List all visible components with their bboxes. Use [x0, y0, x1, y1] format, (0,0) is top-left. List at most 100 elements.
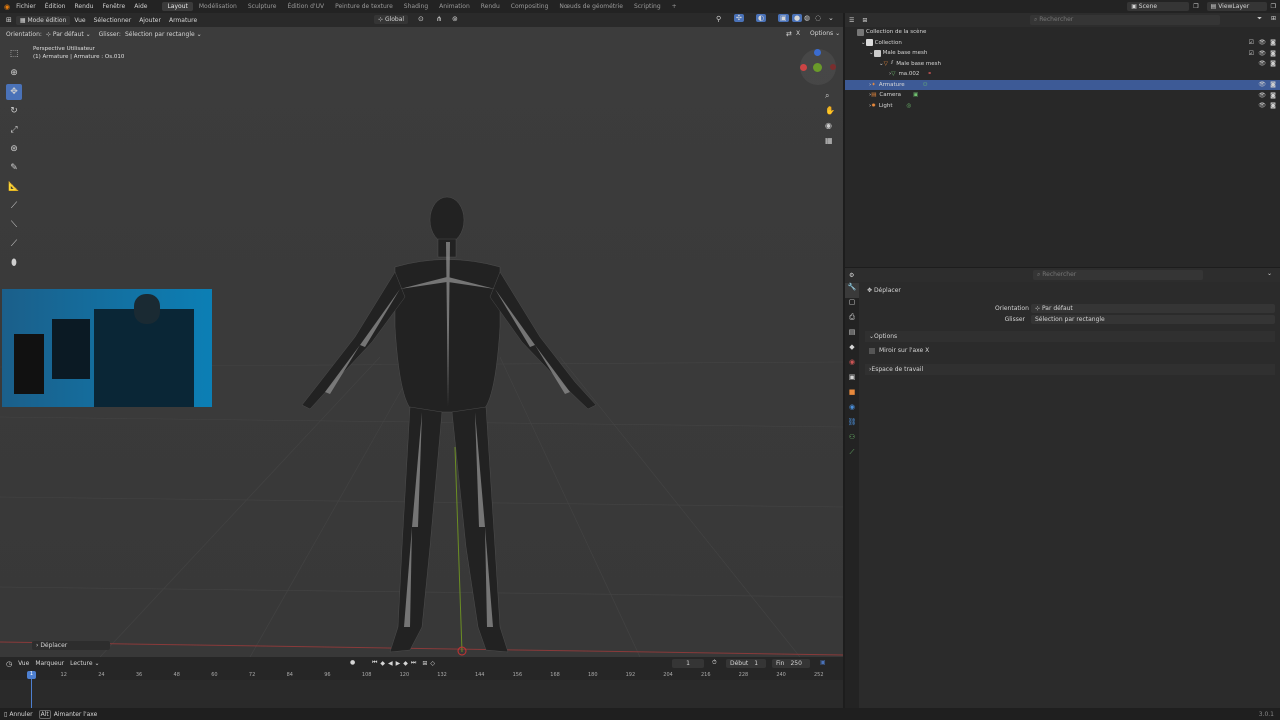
frame-end-field[interactable]: Fin 250: [772, 659, 810, 668]
rotate-tool-icon[interactable]: ↻: [6, 103, 22, 119]
options-panel-header[interactable]: ⌄ Options: [865, 331, 1275, 342]
render-tab-icon[interactable]: ▢: [845, 298, 859, 313]
properties-editor-icon[interactable]: ⚙: [849, 272, 854, 279]
eye-icon[interactable]: 👁: [1258, 39, 1266, 46]
next-keyframe-icon[interactable]: ◆: [403, 660, 408, 667]
collection-tab-icon[interactable]: ▣: [845, 373, 859, 388]
view-layer-copy-icon[interactable]: ❐: [1271, 3, 1276, 10]
shading-options-icon[interactable]: ⌄: [828, 14, 834, 22]
current-frame-field[interactable]: 1: [672, 659, 704, 668]
zoom-icon[interactable]: ⌕: [825, 91, 837, 106]
checkbox-icon[interactable]: ☑: [1249, 39, 1254, 46]
pin-icon[interactable]: ⌄: [1267, 270, 1272, 277]
auto-keying-icon[interactable]: ●: [350, 659, 355, 666]
measure-tool-icon[interactable]: 📐: [6, 179, 22, 195]
outliner-item-light[interactable]: › ✹ Light ◎ 👁 ◙: [845, 101, 1280, 112]
camera-icon[interactable]: ◙: [1270, 60, 1276, 67]
timeline-menu-lecture[interactable]: Lecture ⌄: [70, 660, 99, 667]
bone-envelope-tool-icon[interactable]: ⟋: [6, 236, 22, 252]
visibility-selector-icon[interactable]: ⚲: [716, 15, 721, 23]
jump-start-icon[interactable]: ⏮: [372, 659, 377, 667]
editor-type-icon[interactable]: ⊞: [6, 16, 12, 24]
camera-view-icon[interactable]: ◉: [825, 121, 837, 136]
camera-icon[interactable]: ◙: [1270, 81, 1276, 88]
gizmo-toggle-icon[interactable]: ✣: [734, 14, 744, 22]
eye-icon[interactable]: 👁: [1258, 81, 1266, 88]
view-layer-selector[interactable]: ▤ ViewLayer: [1206, 2, 1267, 11]
transform-tool-icon[interactable]: ⊛: [6, 141, 22, 157]
shading-material-icon[interactable]: ◍: [804, 14, 810, 22]
outliner-item-armature[interactable]: › ✦ Armature ⚇ 👁 ◙: [845, 79, 1280, 90]
filter-icon[interactable]: ⏷: [1257, 15, 1262, 23]
pan-hand-icon[interactable]: ✋: [825, 106, 837, 121]
new-collection-icon[interactable]: ⊞: [1271, 15, 1276, 22]
glisser-selector[interactable]: Sélection par rectangle ⌄: [125, 31, 202, 38]
gizmo-neg-x[interactable]: [830, 64, 836, 70]
menu-rendu[interactable]: Rendu: [74, 3, 93, 10]
tab-layout[interactable]: Layout: [162, 2, 193, 11]
prop-orientation-dropdown[interactable]: ⊹ Par défaut: [1031, 304, 1275, 313]
menu-fenetre[interactable]: Fenêtre: [103, 3, 126, 10]
timeline-menu-vue[interactable]: Vue: [18, 660, 29, 667]
menu-vue[interactable]: Vue: [74, 17, 85, 24]
output-tab-icon[interactable]: ⎙: [845, 313, 859, 328]
display-mode-icon[interactable]: ⊞: [862, 17, 867, 24]
gizmo-y-axis[interactable]: [813, 63, 822, 72]
camera-icon[interactable]: ◙: [1270, 102, 1276, 109]
properties-search-input[interactable]: ⌕ Rechercher: [1033, 270, 1203, 280]
timeline-editor-icon[interactable]: ◷: [6, 660, 12, 668]
eye-icon[interactable]: 👁: [1258, 102, 1266, 109]
snap-icon[interactable]: ⋔: [436, 15, 442, 23]
grid-view-icon[interactable]: ▦: [825, 136, 837, 151]
menu-fichier[interactable]: Fichier: [16, 3, 36, 10]
gizmo-z-axis[interactable]: [814, 49, 821, 56]
menu-edition[interactable]: Édition: [45, 3, 66, 10]
data-tab-icon[interactable]: ⚇: [845, 433, 859, 448]
camera-icon[interactable]: ◙: [1270, 92, 1276, 99]
outliner-root[interactable]: Collection de la scène: [845, 27, 1280, 38]
proportional-edit-icon[interactable]: ⊚: [452, 15, 458, 23]
bone-size-tool-icon[interactable]: ⟍: [6, 217, 22, 233]
tab-compositing[interactable]: Compositing: [506, 2, 554, 11]
clock-icon[interactable]: ⏱: [712, 659, 717, 667]
object-tab-icon[interactable]: ■: [845, 388, 859, 403]
tool-tab-icon[interactable]: 🔧: [845, 283, 859, 298]
prop-glisser-dropdown[interactable]: Sélection par rectangle: [1031, 315, 1275, 324]
checkbox-icon[interactable]: ☑: [1249, 50, 1254, 57]
world-tab-icon[interactable]: ◉: [845, 358, 859, 373]
bone-tab-icon[interactable]: ⟋: [845, 448, 859, 463]
scene-copy-icon[interactable]: ❐: [1193, 3, 1198, 10]
eye-icon[interactable]: 👁: [1258, 60, 1266, 67]
timeline-view-icon[interactable]: ▣: [820, 659, 826, 666]
select-tool-icon[interactable]: ⬚: [6, 46, 22, 62]
options-dropdown[interactable]: Options ⌄: [810, 30, 840, 37]
keyframe-icon[interactable]: ◇: [430, 660, 435, 667]
eye-icon[interactable]: 👁: [1258, 92, 1266, 99]
move-tool-icon[interactable]: ✥: [6, 84, 22, 100]
mirror-x-toggle[interactable]: X: [796, 30, 800, 37]
outliner-item-collection[interactable]: ⌄ Collection ☑ 👁 ◙: [845, 38, 1280, 49]
add-workspace-icon[interactable]: +: [667, 2, 682, 11]
keying-set-icon[interactable]: ⊞: [422, 660, 427, 667]
scene-selector[interactable]: ▣ Scene: [1127, 2, 1190, 11]
mirror-x-row[interactable]: Miroir sur l'axe X: [869, 347, 929, 354]
physics-tab-icon[interactable]: ◉: [845, 403, 859, 418]
navigation-gizmo[interactable]: [800, 49, 836, 85]
pivot-icon[interactable]: ⊙: [418, 15, 424, 23]
orientation-selector[interactable]: ⊹ Par défaut ⌄: [46, 31, 91, 38]
tab-modelisation[interactable]: Modélisation: [194, 2, 242, 11]
view-layer-tab-icon[interactable]: ▤: [845, 328, 859, 343]
blender-logo-icon[interactable]: ◉: [4, 3, 10, 11]
scale-tool-icon[interactable]: ⤢: [6, 122, 22, 138]
overlay-toggle-icon[interactable]: ◐: [756, 14, 767, 22]
expand-chevron-icon[interactable]: ⌄: [869, 50, 874, 56]
menu-aide[interactable]: Aide: [134, 3, 147, 10]
3d-viewport[interactable]: Perspective Utilisateur (1) Armature | A…: [0, 27, 843, 657]
tab-geometry-nodes[interactable]: Nœuds de géométrie: [554, 2, 628, 11]
mode-selector[interactable]: ▦ Mode édition: [15, 15, 71, 25]
menu-selectionner[interactable]: Sélectionner: [94, 17, 132, 24]
scene-tab-icon[interactable]: ◆: [845, 343, 859, 358]
roll-tool-icon[interactable]: ⟋: [6, 198, 22, 214]
outliner-item-camera[interactable]: › ▤ Camera ▣ 👁 ◙: [845, 90, 1280, 101]
outliner-item-male-base-mesh-object[interactable]: ⌄ ▽ ⫽ Male base mesh 👁 ◙: [845, 59, 1280, 70]
